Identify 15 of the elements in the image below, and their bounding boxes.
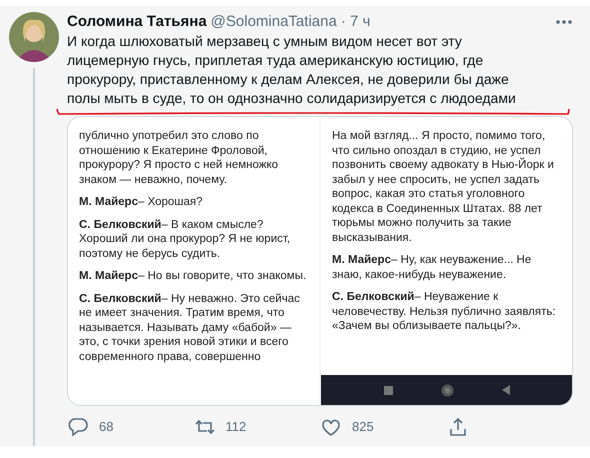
author-handle[interactable]: @SolominaTatiana <box>210 10 337 34</box>
action-count: 68 <box>99 418 114 436</box>
transcript-paragraph: С. Белковский– Неуважение к человечеству. Нельзя публично заявлять: «Зачем вы облизываете пальцы?». <box>332 290 557 334</box>
transcript-paragraph: С. Белковский– Ну неважно. Это сейчас не имеет значения. Тратим время, что называется. Называть даму «бабой» — это, с точки зрения новой этики и всего современного права, совершенно <box>79 292 301 364</box>
transcript-paragraph: публично употребил это слово по отношению к Екатерине Фроловой, прокурору? Я просто с ней немножко знаком — неважно, почему. <box>79 129 280 187</box>
action-count: 825 <box>352 418 374 436</box>
transcript-paragraph: М. Майерс– Хорошая? <box>79 195 204 210</box>
transcript-paragraph: На мой взгляд... Я просто, помимо того, что сильно опоздал в студию, не успел позвонить своему адвокату в Нью-Йорк и забыл у нее спросить, не успел задать вопрос, какая это статья уголовного кодекса в Соединенных Штатах. 88 лет тюрьмы можно получить за такие высказывания. <box>332 129 555 245</box>
tweet-time[interactable]: · 7 ч <box>340 10 370 34</box>
action-count: 112 <box>226 418 246 436</box>
transcript-paragraph: С. Белковский– В каком смысле? Хороший ли она прокурор? Я не юрист, поэтому не берусь судить. <box>79 218 292 261</box>
transcript-paragraph: М. Майерс– Ну, как неуважение... Не знаю, какое-нибудь неуважение. <box>332 253 532 282</box>
author-name[interactable]: Соломина Татьяна <box>67 10 207 34</box>
transcript-paragraph: М. Майерс– Но вы говорите, что знакомы. <box>79 269 308 284</box>
tweet-text: И когда шлюховатый мерзавец с умным видом несет вот эту лицемерную гнусь, приплетая туда американскую юстицию, где прокурору, приставленному к делам Алексея, не доверили бы даже полы мыть в суде, то он однозначно солидаризируется с людоедами <box>67 32 516 108</box>
